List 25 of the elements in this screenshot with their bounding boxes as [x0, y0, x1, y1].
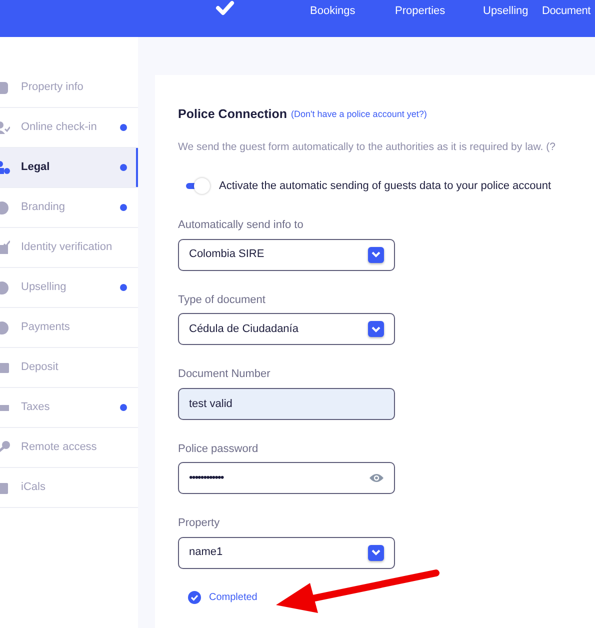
password-field[interactable]: ••••••••••••: [178, 462, 395, 494]
field-label: Police password: [178, 442, 260, 456]
nav-link[interactable]: Document: [542, 3, 591, 20]
chevron-icon: [368, 246, 384, 262]
nav-link[interactable]: Properties: [395, 3, 446, 20]
chevron-icon: [368, 321, 384, 337]
chevron-icon: [368, 544, 384, 560]
check-icon[interactable]: [215, 0, 235, 16]
select-field[interactable]: Cédula de Ciudadanía: [178, 313, 395, 345]
select-field[interactable]: Colombia SIRE: [178, 238, 395, 270]
field-label: Document Number: [178, 367, 272, 382]
eye-icon[interactable]: [369, 473, 384, 483]
select-field[interactable]: name1: [178, 536, 395, 568]
description-text: We send the guest form automatically to the authorities as it is required by law. (?: [178, 140, 556, 155]
input-field[interactable]: test valid: [178, 388, 395, 420]
sidebar-item[interactable]: Legal: [0, 148, 138, 188]
field-label: Automatically send info to: [178, 218, 304, 233]
field-label: Property: [178, 516, 221, 531]
help-link[interactable]: (Don't have a police account yet?): [291, 108, 427, 122]
nav-link[interactable]: Upselling: [483, 3, 528, 20]
nav-link[interactable]: Bookings: [310, 3, 356, 20]
status-label: Completed: [209, 590, 258, 604]
toggle-label: Activate the automatic sending of guests data to your police account: [219, 178, 552, 194]
field-label: Type of document: [178, 292, 266, 308]
section-title: Police Connection: [178, 106, 288, 123]
